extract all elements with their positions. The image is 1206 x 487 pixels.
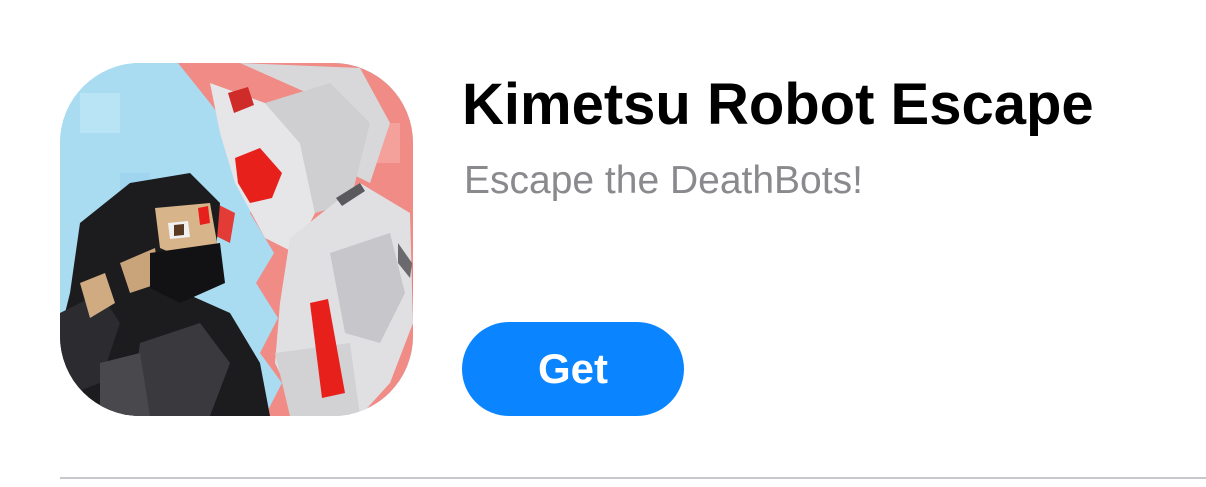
- app-title: Kimetsu Robot Escape: [462, 72, 1094, 137]
- app-list-row[interactable]: Kimetsu Robot Escape Escape the DeathBot…: [0, 0, 1206, 487]
- ninja-and-robot-artwork: [60, 63, 413, 416]
- app-subtitle: Escape the DeathBots!: [464, 159, 863, 202]
- get-button[interactable]: Get: [462, 322, 684, 416]
- row-divider: [60, 477, 1206, 479]
- app-icon[interactable]: [60, 63, 413, 416]
